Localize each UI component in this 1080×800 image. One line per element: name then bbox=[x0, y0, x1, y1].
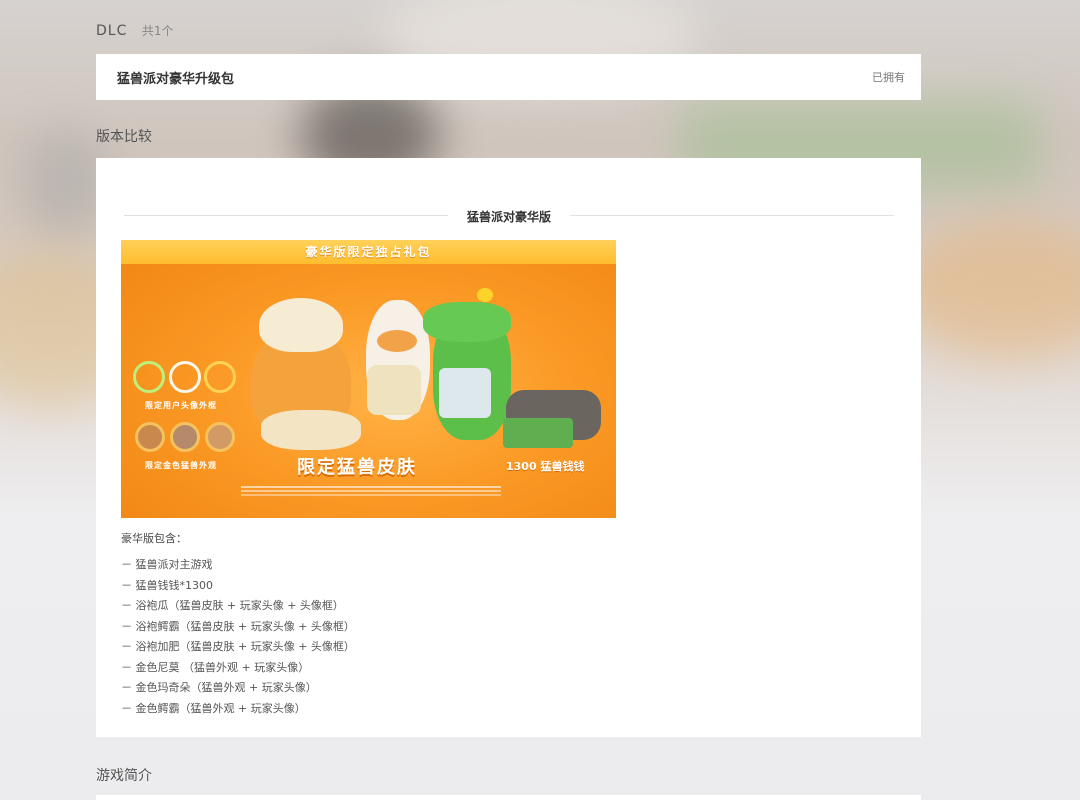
list-item: － 浴袍加肥（猛兽皮肤 + 玩家头像 + 头像框） bbox=[121, 640, 355, 653]
cat-turban bbox=[259, 298, 343, 352]
gold-avatar bbox=[205, 422, 235, 452]
edition-name: 猛兽派对豪华版 bbox=[466, 210, 551, 224]
duck-towel bbox=[367, 365, 421, 415]
frame-ring-white bbox=[169, 361, 201, 393]
duck-beak bbox=[377, 330, 417, 352]
included-items-list: － 猛兽派对主游戏 － 猛兽钱钱*1300 － 浴袍瓜（猛兽皮肤 + 玩家头像 … bbox=[121, 558, 355, 722]
rubber-duck-icon bbox=[477, 288, 493, 302]
list-item: － 猛兽派对主游戏 bbox=[121, 558, 213, 571]
list-item: － 浴袍鳄霸（猛兽皮肤 + 玩家头像 + 头像框） bbox=[121, 619, 355, 633]
coins-caption: 1300 猛兽钱钱 bbox=[506, 460, 585, 473]
dlc-section-header: DLC 共1个 bbox=[96, 22, 173, 39]
dlc-item-row[interactable]: 猛兽派对豪华升级包 已拥有 bbox=[96, 54, 921, 100]
dlc-count: 共1个 bbox=[141, 24, 174, 38]
store-page: DLC 共1个 猛兽派对豪华升级包 已拥有 版本比较 猛兽派对豪华版 豪华版限定… bbox=[0, 0, 1080, 800]
frame-ring-gold bbox=[204, 361, 236, 393]
skins-caption: 限定猛兽皮肤 bbox=[297, 457, 417, 478]
croc-head bbox=[423, 302, 511, 342]
list-item: － 金色尼莫 （猛兽外观 + 玩家头像） bbox=[121, 660, 310, 674]
frame-ring-green bbox=[133, 361, 165, 393]
intro-section-title: 游戏简介 bbox=[96, 768, 152, 784]
divider bbox=[570, 215, 894, 216]
intro-card bbox=[96, 795, 921, 800]
edition-header: 猛兽派对豪华版 bbox=[124, 208, 894, 224]
edition-compare-card: 猛兽派对豪华版 豪华版限定独占礼包 限定用户头像外框 限定金色猛兽外观 限定猛兽… bbox=[96, 158, 921, 737]
gold-caption: 限定金色猛兽外观 bbox=[145, 461, 217, 470]
dlc-section-title: DLC bbox=[96, 23, 128, 39]
owned-status: 已拥有 bbox=[872, 71, 905, 84]
compare-section-title: 版本比较 bbox=[96, 129, 152, 145]
includes-label: 豪华版包含： bbox=[121, 532, 187, 545]
gold-avatar bbox=[135, 422, 165, 452]
croc-towel bbox=[439, 368, 491, 418]
frames-caption: 限定用户头像外框 bbox=[145, 401, 217, 410]
list-item: － 金色玛奇朵（猛兽外观 + 玩家头像） bbox=[121, 681, 317, 694]
list-item: － 金色鳄霸（猛兽外观 + 玩家头像） bbox=[121, 701, 306, 715]
legal-fine-print bbox=[241, 486, 501, 488]
list-item: － 猛兽钱钱*1300 bbox=[121, 578, 213, 592]
cash-stack-icon bbox=[503, 418, 573, 448]
dlc-item-name: 猛兽派对豪华升级包 bbox=[117, 71, 235, 87]
deluxe-promo-image: 豪华版限定独占礼包 限定用户头像外框 限定金色猛兽外观 限定猛兽皮肤 1300 … bbox=[121, 240, 616, 518]
cat-towel bbox=[261, 410, 361, 450]
gold-avatar bbox=[170, 422, 200, 452]
list-item: － 浴袍瓜（猛兽皮肤 + 玩家头像 + 头像框） bbox=[121, 599, 344, 612]
promo-banner: 豪华版限定独占礼包 bbox=[121, 240, 616, 264]
